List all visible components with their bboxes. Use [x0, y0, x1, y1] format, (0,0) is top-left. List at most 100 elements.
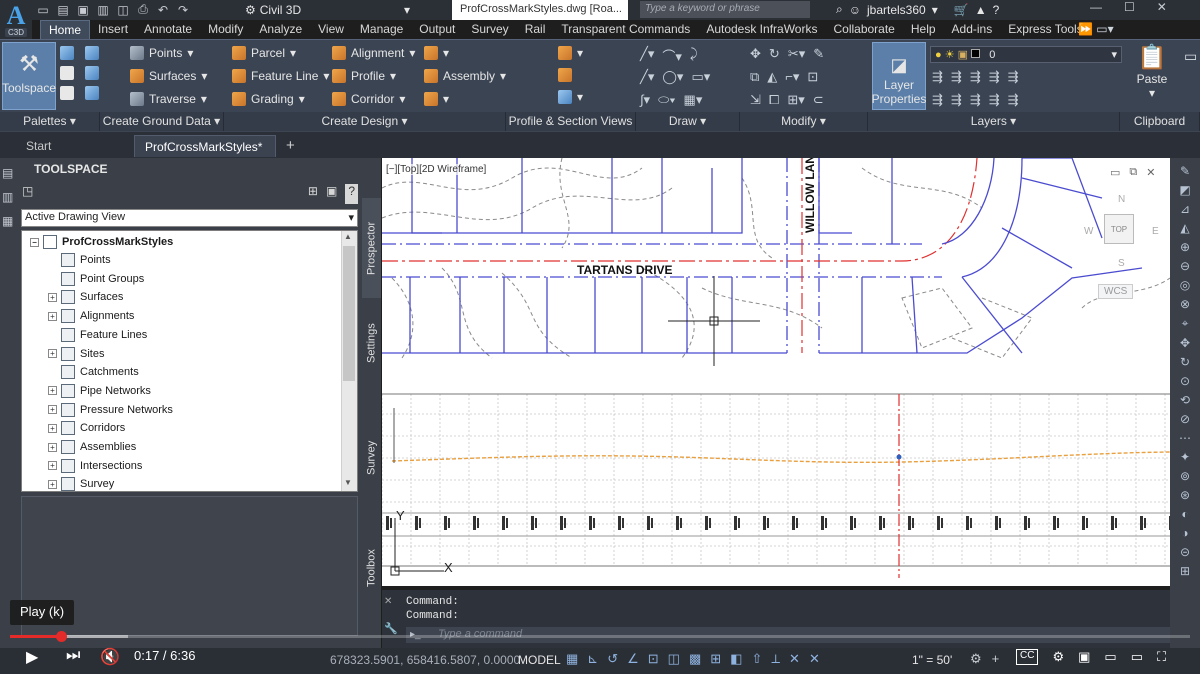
tool-icon[interactable]: ↻	[1180, 355, 1190, 369]
tab-annotate[interactable]: Annotate	[136, 20, 200, 39]
fillet-icon[interactable]: ⌐▾	[785, 69, 799, 85]
layer-match-icon[interactable]: ⇶	[1008, 69, 1019, 85]
help-icon[interactable]: ?	[993, 3, 1000, 17]
tool-icon[interactable]: ⌖	[1182, 316, 1189, 331]
layer-freeze-icon[interactable]: ⇶	[970, 69, 981, 85]
paste-button[interactable]: 📋 Paste ▾	[1132, 44, 1172, 100]
tool-icon[interactable]: ⊞	[1180, 564, 1190, 578]
tab-toolbox[interactable]: Toolbox	[362, 538, 381, 598]
status-toggle-icon[interactable]: ◫	[668, 651, 680, 667]
tab-rail[interactable]: Rail	[517, 20, 554, 39]
panel-draw[interactable]: Draw ▾	[636, 112, 740, 131]
line-icon[interactable]: ╱▾	[640, 46, 654, 65]
rectangle-icon[interactable]: ▭▾	[691, 69, 710, 85]
stretch-icon[interactable]: ⇲	[750, 92, 761, 108]
layer-properties-button[interactable]: ◪ Layer Properties	[872, 42, 926, 110]
tab-autodesk-infraworks[interactable]: Autodesk InfraWorks	[698, 20, 825, 39]
tree-item-corridors[interactable]: + Corridors	[48, 419, 125, 437]
drawing-canvas[interactable]: TARTANS DRIVE WILLOW LAN Y X [−][Top][2D…	[382, 158, 1170, 586]
user-menu[interactable]: ⌕ ☺ jbartels360 ▾ 🛒 ▲ ?	[836, 2, 999, 17]
tool-icon[interactable]: ⊖	[1180, 259, 1190, 273]
search-input[interactable]: Type a keyword or phrase	[640, 1, 810, 18]
status-toggle-icon[interactable]: ✕	[789, 651, 800, 667]
tab-settings[interactable]: Settings	[362, 308, 381, 378]
compass-w[interactable]: W	[1084, 226, 1093, 237]
status-toggle-icon[interactable]: ⇧	[751, 651, 762, 667]
close-icon[interactable]: ✕	[384, 596, 392, 607]
tool-icon[interactable]: ⊿	[1180, 202, 1190, 216]
web-icon[interactable]: ◫	[116, 3, 130, 17]
expand-icon[interactable]: +	[48, 349, 57, 358]
restore-icon[interactable]: ⧉	[1129, 166, 1137, 179]
tab-help[interactable]: Help	[903, 20, 944, 39]
tree-item-catchments[interactable]: +Catchments	[48, 363, 139, 381]
tree-item-feature-lines[interactable]: +Feature Lines	[48, 326, 147, 344]
expand-icon[interactable]: +	[48, 311, 57, 321]
tool-icon[interactable]: ◩	[1179, 183, 1190, 197]
open-icon[interactable]: ▤	[56, 3, 70, 17]
viewcube-top[interactable]: TOP	[1104, 214, 1134, 244]
compass-s[interactable]: S	[1118, 258, 1125, 269]
status-toggle-icon[interactable]: ✕	[809, 651, 820, 667]
restore-icon[interactable]: ☐	[1124, 0, 1135, 14]
tool-icon[interactable]: ⊝	[1180, 545, 1190, 559]
intersection-button[interactable]: ▾	[424, 46, 449, 60]
panel-create-ground-data[interactable]: Create Ground Data ▾	[100, 112, 224, 131]
video-scrubber[interactable]	[55, 631, 67, 642]
tool-icon[interactable]: ✥	[1180, 336, 1190, 350]
theater-icon[interactable]: ▭	[1104, 649, 1116, 665]
palette-tab-icon[interactable]: ▤	[2, 166, 16, 180]
next-icon[interactable]: ⏭	[66, 647, 80, 665]
palette-tab-icon[interactable]: ▥	[2, 190, 16, 204]
layer-off-icon[interactable]: ⇶	[932, 69, 943, 85]
trim-icon[interactable]: ✂▾	[788, 46, 805, 62]
tree-item-intersections[interactable]: + Intersections	[48, 457, 142, 475]
compass-e[interactable]: E	[1152, 226, 1159, 237]
expand-icon[interactable]: +	[48, 423, 57, 433]
status-toggle-icon[interactable]: ⊡	[648, 651, 659, 667]
tab-analyze[interactable]: Analyze	[251, 20, 310, 39]
layer-thaw-icon[interactable]: ⇶	[970, 92, 981, 108]
tab-overflow-icon[interactable]: ⏩ ▭▾	[1078, 22, 1114, 36]
palette-tab-icon[interactable]: ▦	[2, 214, 16, 228]
design-center-icon[interactable]	[85, 66, 99, 80]
scroll-down-icon[interactable]: ▼	[344, 478, 352, 487]
compass-n[interactable]: N	[1118, 194, 1125, 205]
pipe-network-button[interactable]: ▾	[424, 92, 449, 106]
app-menu-button[interactable]: A C3D	[0, 0, 32, 40]
tree-item-sites[interactable]: + Sites	[48, 345, 104, 363]
tool-icon[interactable]: ◐	[1181, 507, 1188, 521]
circle-icon[interactable]: ◯▾	[662, 69, 683, 85]
panel-create-design[interactable]: Create Design ▾	[224, 112, 506, 131]
viewcube[interactable]: N S W E TOP	[1084, 192, 1164, 272]
layer-on-icon[interactable]: ⇶	[932, 92, 943, 108]
tab-survey[interactable]: Survey	[362, 428, 381, 488]
expand-icon[interactable]: +	[48, 386, 57, 396]
status-toggle-icon[interactable]: ↺	[607, 651, 618, 667]
tab-transparent-commands[interactable]: Transparent Commands	[553, 20, 698, 39]
expand-icon[interactable]: +	[48, 461, 57, 471]
corridor-button[interactable]: Corridor ▾	[332, 92, 405, 106]
video-progress-bar[interactable]	[10, 635, 1190, 638]
tool-icon[interactable]: ⊙	[1180, 374, 1190, 388]
captions-icon[interactable]: CC	[1016, 649, 1039, 665]
panel-modify[interactable]: Modify ▾	[740, 112, 868, 131]
binoculars-icon[interactable]: ⌕	[836, 2, 843, 17]
status-toggle-icon[interactable]: ▩	[689, 651, 701, 667]
collapse-icon[interactable]: −	[30, 237, 39, 247]
layer-icon[interactable]	[60, 66, 74, 80]
alignment-button[interactable]: Alignment ▾	[332, 46, 415, 60]
help-icon[interactable]: ?	[345, 184, 358, 204]
expand-icon[interactable]: +	[48, 479, 57, 489]
settings-icon[interactable]: ⚙	[1052, 649, 1064, 665]
section-views-button[interactable]	[558, 68, 583, 82]
save-icon[interactable]: ▣	[76, 3, 90, 17]
tab-collaborate[interactable]: Collaborate	[825, 20, 902, 39]
mirror-icon[interactable]: ◭	[767, 69, 777, 85]
tool-icon[interactable]: ✎	[1180, 164, 1190, 178]
traverse-button[interactable]: Traverse ▾	[130, 92, 207, 106]
properties-icon[interactable]	[60, 46, 74, 60]
close-icon[interactable]: ✕	[1157, 0, 1167, 14]
hatch-icon[interactable]: ▦▾	[684, 92, 703, 108]
copy-clip-icon[interactable]: ▭	[1184, 48, 1197, 65]
